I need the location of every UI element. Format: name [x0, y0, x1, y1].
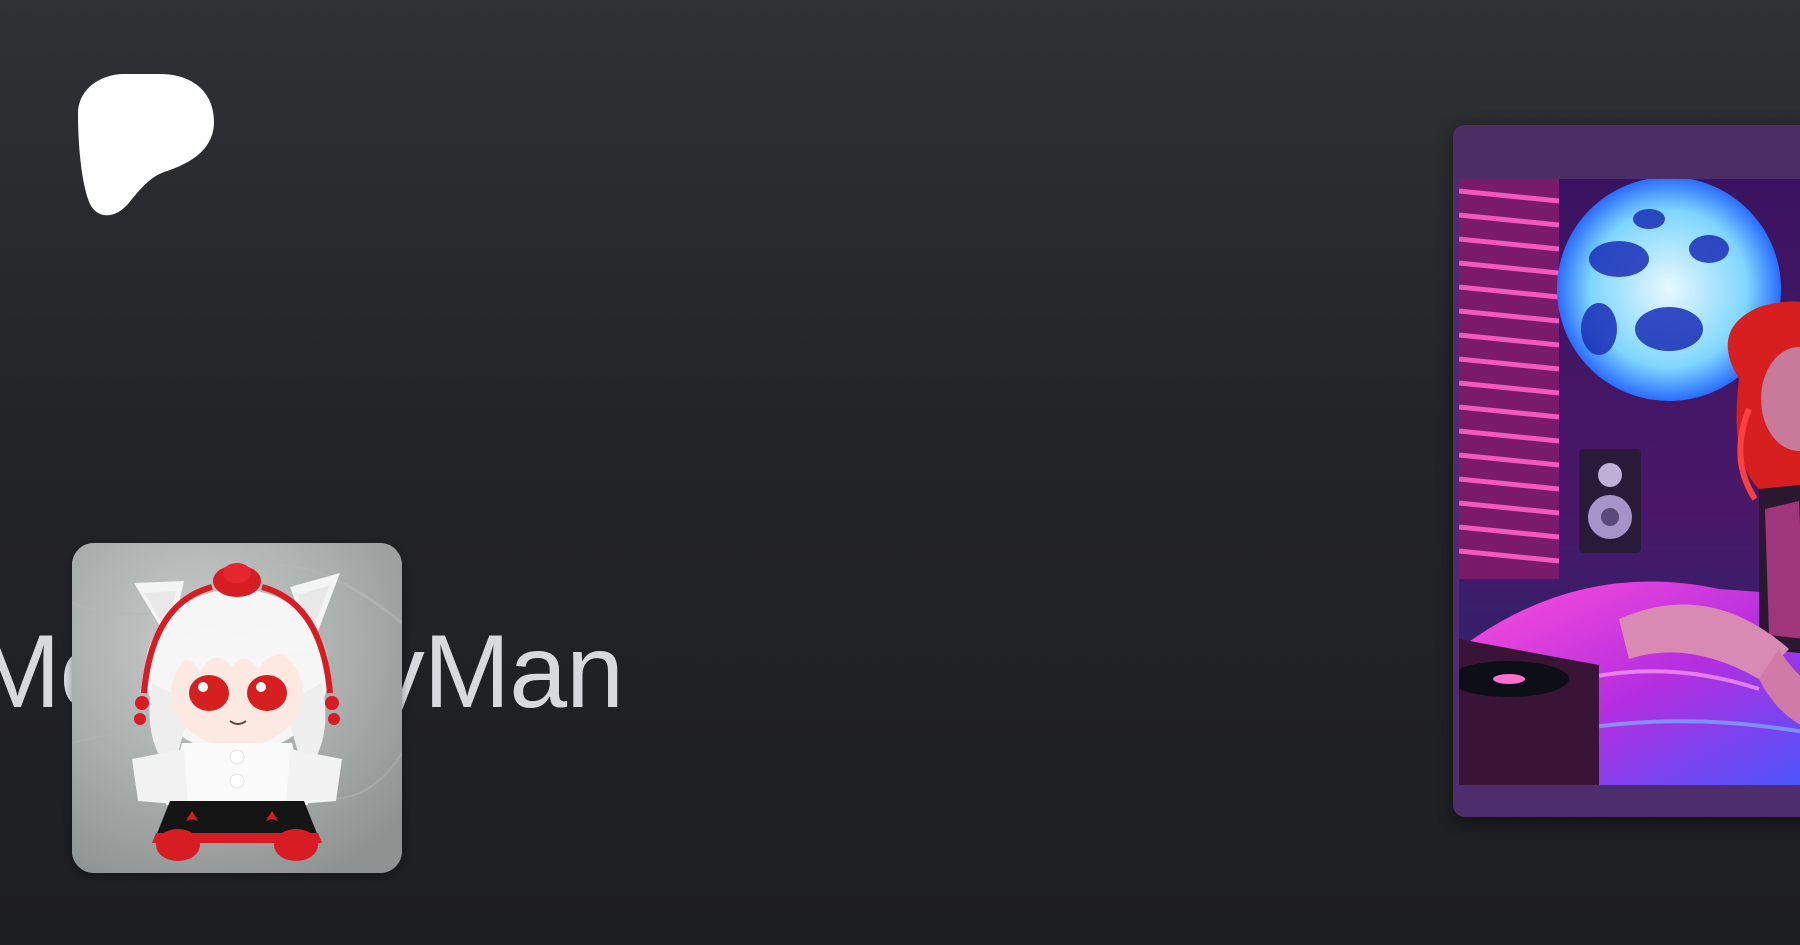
plush-doll-avatar-icon [72, 543, 402, 873]
patreon-logo-icon[interactable] [72, 68, 220, 220]
creator-avatar[interactable] [72, 543, 402, 873]
neon-bedroom-illustration-icon [1459, 179, 1800, 785]
post-preview-card[interactable] [1453, 125, 1800, 817]
preview-card-header [1453, 125, 1800, 179]
